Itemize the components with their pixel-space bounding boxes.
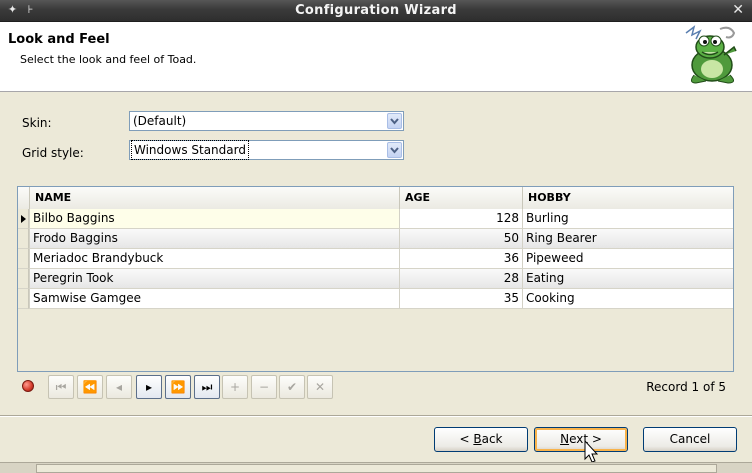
last-record-icon: ⏭ (201, 379, 213, 394)
table-row[interactable]: Peregrin Took 28 Eating (18, 269, 733, 289)
cell-name[interactable]: Frodo Baggins (29, 229, 399, 249)
next-page-button[interactable]: ⏩ (165, 375, 191, 399)
cell-age[interactable]: 128 (399, 209, 522, 229)
grid-style-select[interactable]: Windows Standard (129, 140, 404, 160)
cell-age[interactable]: 36 (399, 249, 522, 269)
prev-record-icon: ◂ (115, 380, 123, 394)
header-indicator (18, 187, 29, 209)
cell-name[interactable]: Bilbo Baggins (29, 209, 399, 229)
cell-name[interactable]: Samwise Gamgee (29, 289, 399, 309)
next-button[interactable]: Next > (534, 427, 628, 452)
back-label-rest: ack (481, 432, 503, 446)
current-row-arrow-icon (21, 215, 26, 223)
delete-record-button[interactable]: − (251, 375, 277, 399)
prev-page-button[interactable]: ⏪ (77, 375, 103, 399)
cell-age[interactable]: 50 (399, 229, 522, 249)
row-indicator[interactable] (18, 289, 29, 309)
cancel-edit-button[interactable]: ✕ (307, 375, 333, 399)
cell-name[interactable]: Meriadoc Brandybuck (29, 249, 399, 269)
delete-record-icon: − (258, 380, 270, 394)
next-mnemonic: N (560, 432, 570, 446)
cancel-edit-icon: ✕ (314, 380, 326, 394)
page-subtitle: Select the look and feel of Toad. (20, 53, 197, 66)
column-header-age[interactable]: AGE (399, 187, 522, 209)
skin-select-value: (Default) (133, 114, 187, 128)
grid-style-select-value: Windows Standard (131, 140, 249, 160)
table-row[interactable]: Samwise Gamgee 35 Cooking (18, 289, 733, 309)
cell-age[interactable]: 35 (399, 289, 522, 309)
next-page-icon: ⏩ (170, 380, 186, 394)
cell-hobby[interactable]: Pipeweed (522, 249, 733, 269)
record-status-icon (22, 380, 34, 392)
toad-frog-logo-icon (685, 25, 737, 84)
prev-record-button[interactable]: ◂ (106, 375, 132, 399)
insert-record-button[interactable]: + (222, 375, 248, 399)
footer-divider (0, 415, 752, 417)
prev-page-icon: ⏪ (82, 380, 98, 394)
table-row[interactable]: Frodo Baggins 50 Ring Bearer (18, 229, 733, 249)
chevron-down-icon[interactable] (387, 142, 402, 158)
cell-hobby[interactable]: Cooking (522, 289, 733, 309)
first-record-button[interactable]: ⏮ (48, 375, 74, 399)
chevron-down-icon[interactable] (387, 113, 402, 129)
row-indicator[interactable] (18, 229, 29, 249)
next-record-icon: ▸ (145, 380, 153, 394)
grid-style-label: Grid style: (22, 146, 84, 160)
row-indicator[interactable] (18, 269, 29, 289)
cell-age[interactable]: 28 (399, 269, 522, 289)
sample-grid[interactable]: NAME AGE HOBBY Bilbo Baggins 128 Burling Fr… (17, 186, 734, 372)
skin-select[interactable]: (Default) (129, 111, 404, 131)
cell-hobby[interactable]: Ring Bearer (522, 229, 733, 249)
skin-label: Skin: (22, 116, 52, 130)
window-title: Configuration Wizard (295, 3, 457, 18)
back-mnemonic: B (473, 432, 482, 446)
insert-record-icon: + (229, 380, 241, 394)
cell-name[interactable]: Peregrin Took (29, 269, 399, 289)
table-row[interactable]: Meriadoc Brandybuck 36 Pipeweed (18, 249, 733, 269)
next-record-button[interactable]: ▸ (136, 375, 162, 399)
first-record-icon: ⏮ (55, 379, 67, 394)
cancel-button[interactable]: Cancel (643, 427, 737, 452)
post-edit-icon: ✔ (286, 380, 298, 394)
cell-hobby[interactable]: Eating (522, 269, 733, 289)
horizontal-scrollbar[interactable] (0, 462, 752, 473)
page-title: Look and Feel (8, 32, 110, 47)
row-indicator[interactable] (18, 209, 29, 229)
back-button[interactable]: < Back (434, 427, 528, 452)
grid-header: NAME AGE HOBBY (18, 187, 733, 209)
column-header-name[interactable]: NAME (29, 187, 399, 209)
scrollbar-thumb[interactable] (36, 464, 717, 473)
cell-hobby[interactable]: Burling (522, 209, 733, 229)
row-indicator[interactable] (18, 249, 29, 269)
mouse-cursor-icon (584, 440, 598, 463)
close-icon[interactable]: ✕ (732, 2, 744, 18)
last-record-button[interactable]: ⏭ (194, 375, 220, 399)
title-bar: ✦ ⊦ Configuration Wizard ✕ (0, 0, 752, 22)
record-counter: Record 1 of 5 (646, 380, 726, 394)
post-edit-button[interactable]: ✔ (279, 375, 305, 399)
back-prefix: < (459, 432, 474, 446)
table-row[interactable]: Bilbo Baggins 128 Burling (18, 209, 733, 229)
column-header-hobby[interactable]: HOBBY (522, 187, 733, 209)
wizard-header: Look and Feel Select the look and feel o… (0, 22, 752, 92)
